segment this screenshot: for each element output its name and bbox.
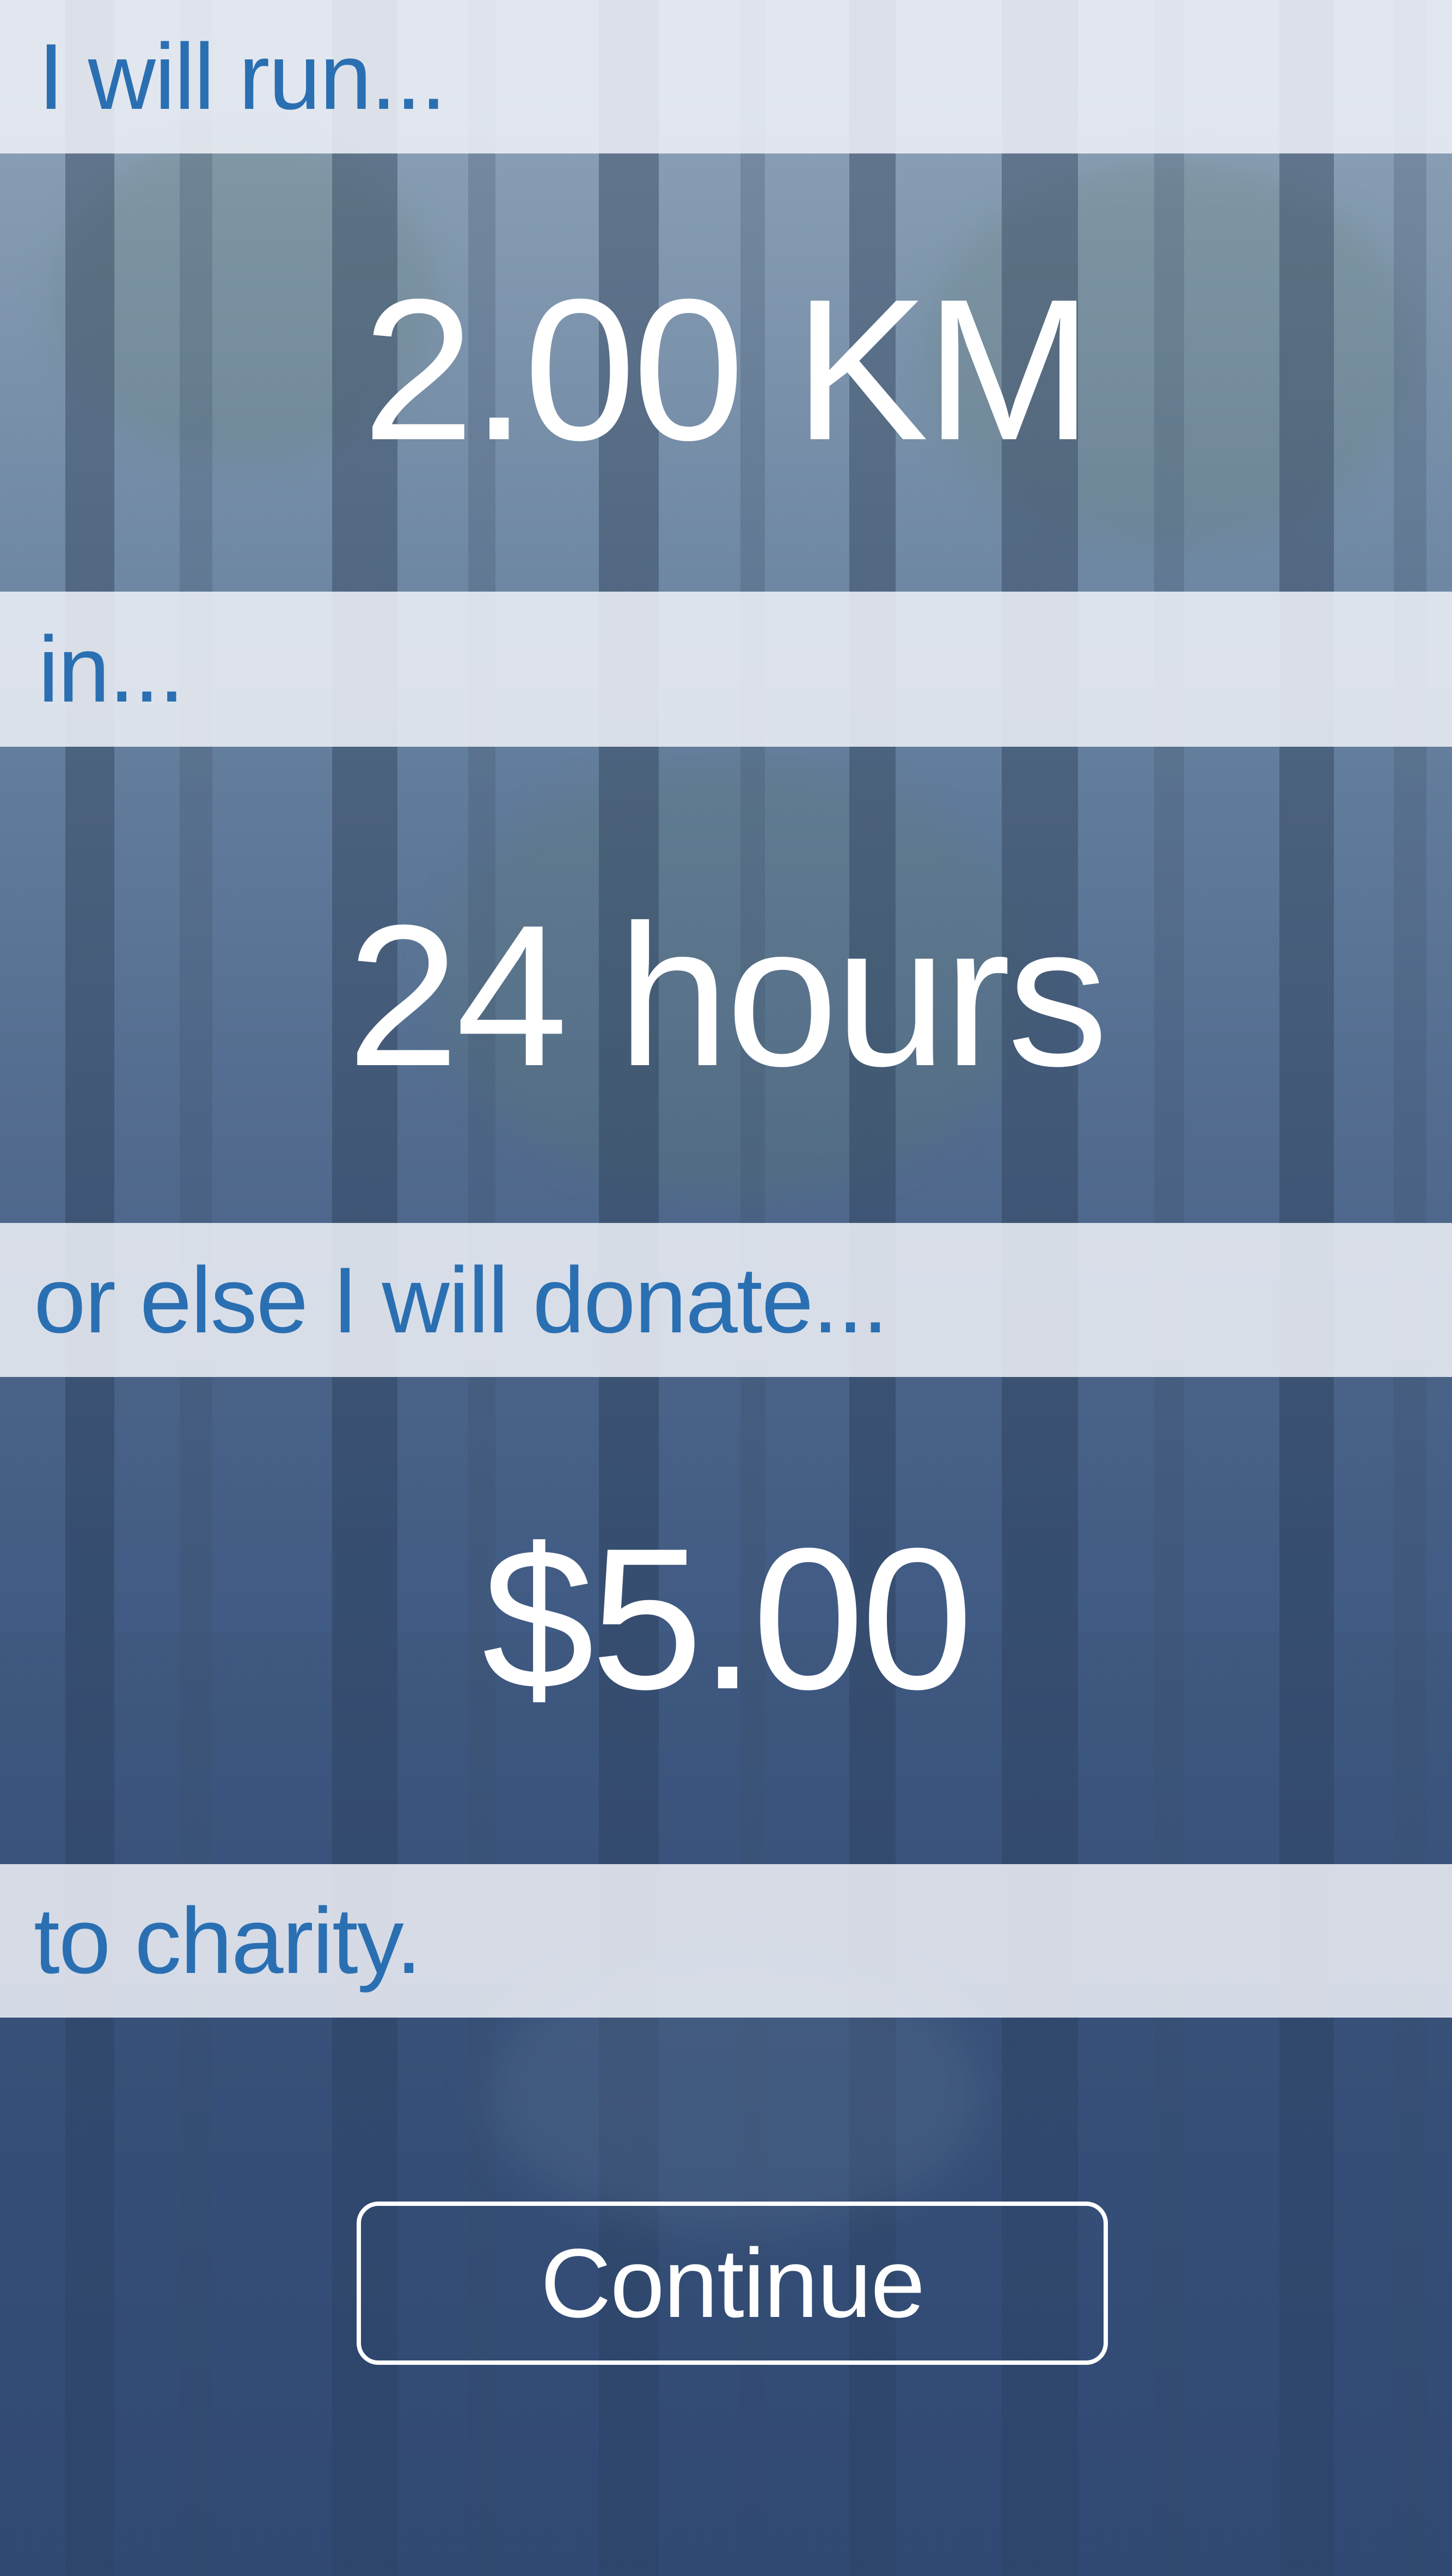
charity-label: to charity. xyxy=(34,1889,422,1993)
duration-value[interactable]: 24 hours xyxy=(0,895,1452,1097)
distance-value[interactable]: 2.00 KM xyxy=(0,269,1452,471)
donate-label: or else I will donate... xyxy=(34,1247,889,1352)
time-label-band: in... xyxy=(0,592,1452,747)
time-label: in... xyxy=(38,617,185,722)
run-label: I will run... xyxy=(38,24,446,129)
charity-label-band: to charity. xyxy=(0,1864,1452,2018)
donation-value[interactable]: $5.00 xyxy=(0,1518,1452,1720)
continue-button[interactable]: Continue xyxy=(357,2202,1108,2365)
donate-label-band: or else I will donate... xyxy=(0,1223,1452,1377)
run-label-band: I will run... xyxy=(0,0,1452,153)
